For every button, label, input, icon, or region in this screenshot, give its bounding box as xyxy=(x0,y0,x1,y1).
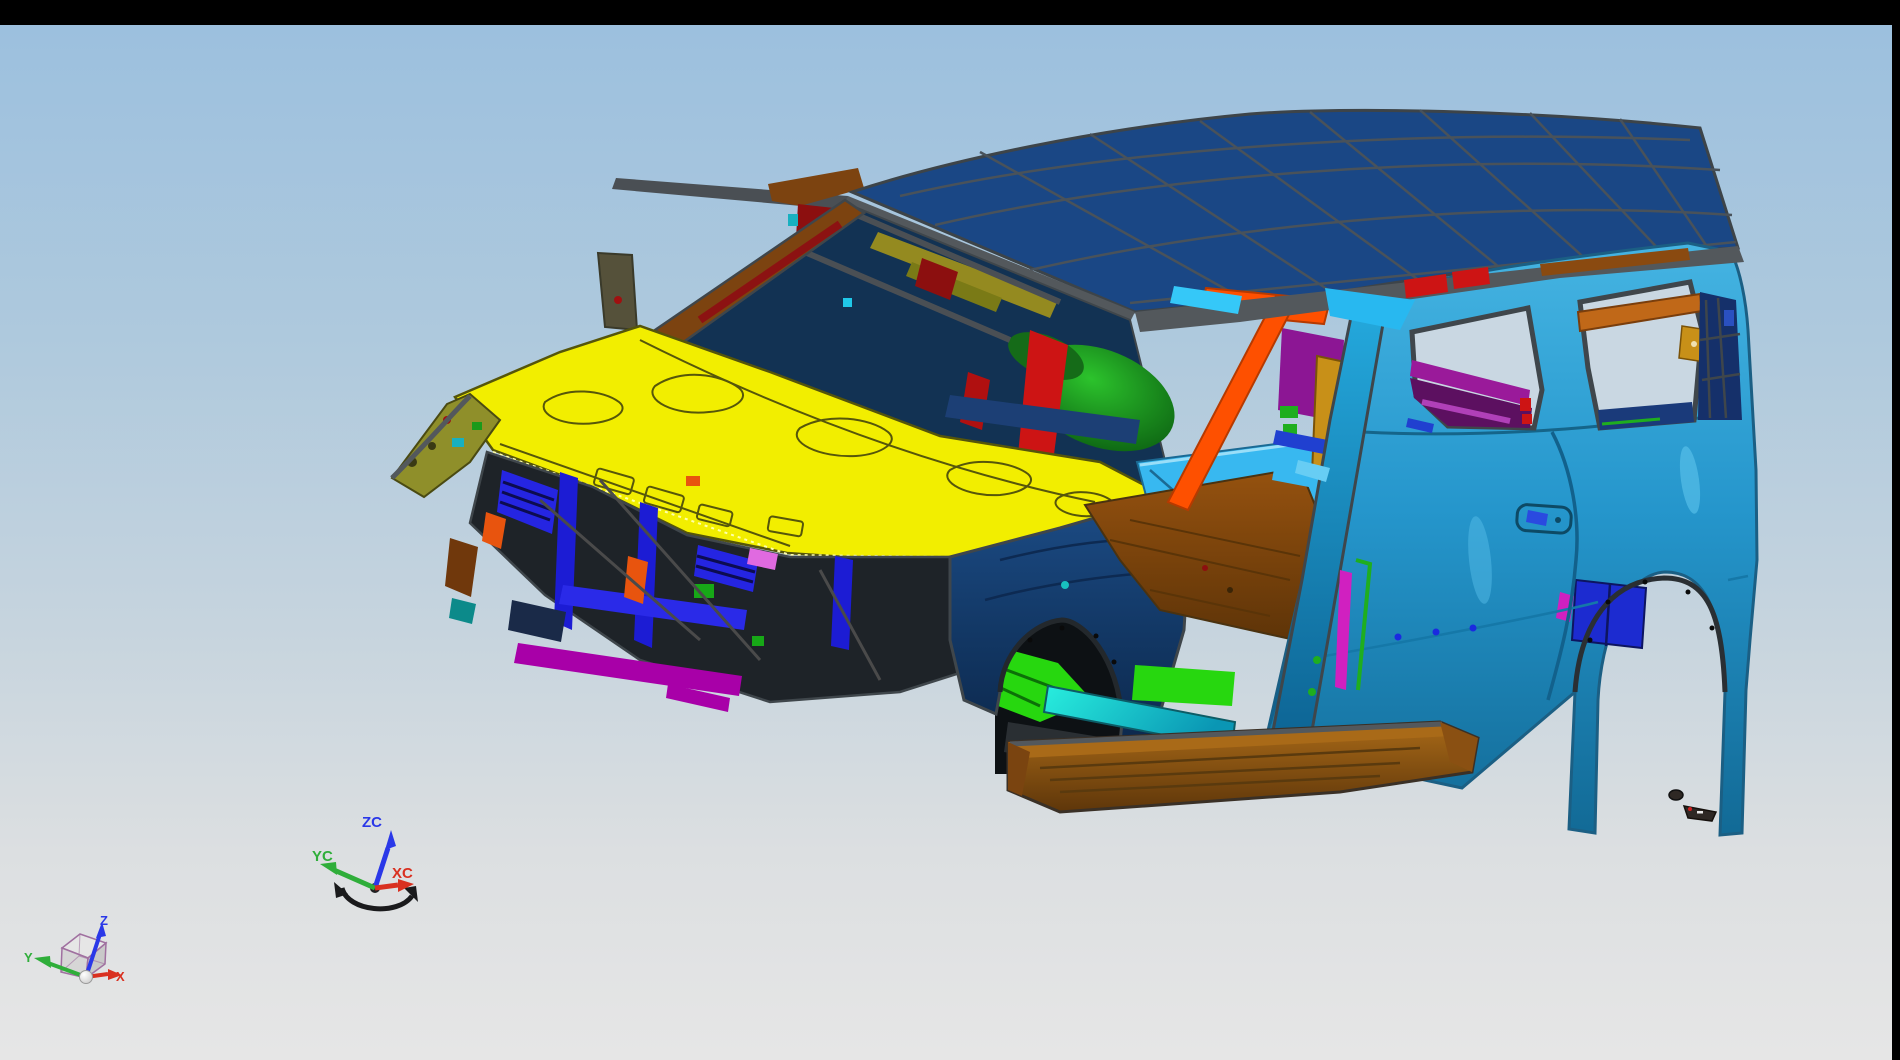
d-pillar-inner[interactable] xyxy=(1698,292,1742,420)
wcs-x-label: XC xyxy=(392,865,413,882)
datum-csys[interactable]: Z Y X xyxy=(24,913,125,984)
datum-z-label: Z xyxy=(100,913,108,928)
application-window: ZC YC XC Z Y X xyxy=(0,0,1900,1060)
wcs-x-axis[interactable] xyxy=(375,885,398,888)
wcs-y-label: YC xyxy=(312,848,333,865)
wcs-triad[interactable]: ZC YC XC xyxy=(312,814,418,909)
quarter-window[interactable] xyxy=(1578,282,1708,430)
wcs-y-axis[interactable] xyxy=(334,870,375,888)
window-right-bar xyxy=(1892,0,1900,1060)
loose-parts[interactable] xyxy=(1669,790,1716,821)
model-canvas[interactable]: ZC YC XC Z Y X xyxy=(0,0,1900,1060)
wcs-z-axis[interactable] xyxy=(375,848,388,888)
datum-x-label: X xyxy=(116,969,125,984)
running-board[interactable] xyxy=(1004,722,1478,812)
datum-y-label: Y xyxy=(24,950,33,965)
window-top-bar xyxy=(0,0,1900,25)
wcs-z-label: ZC xyxy=(362,814,382,831)
